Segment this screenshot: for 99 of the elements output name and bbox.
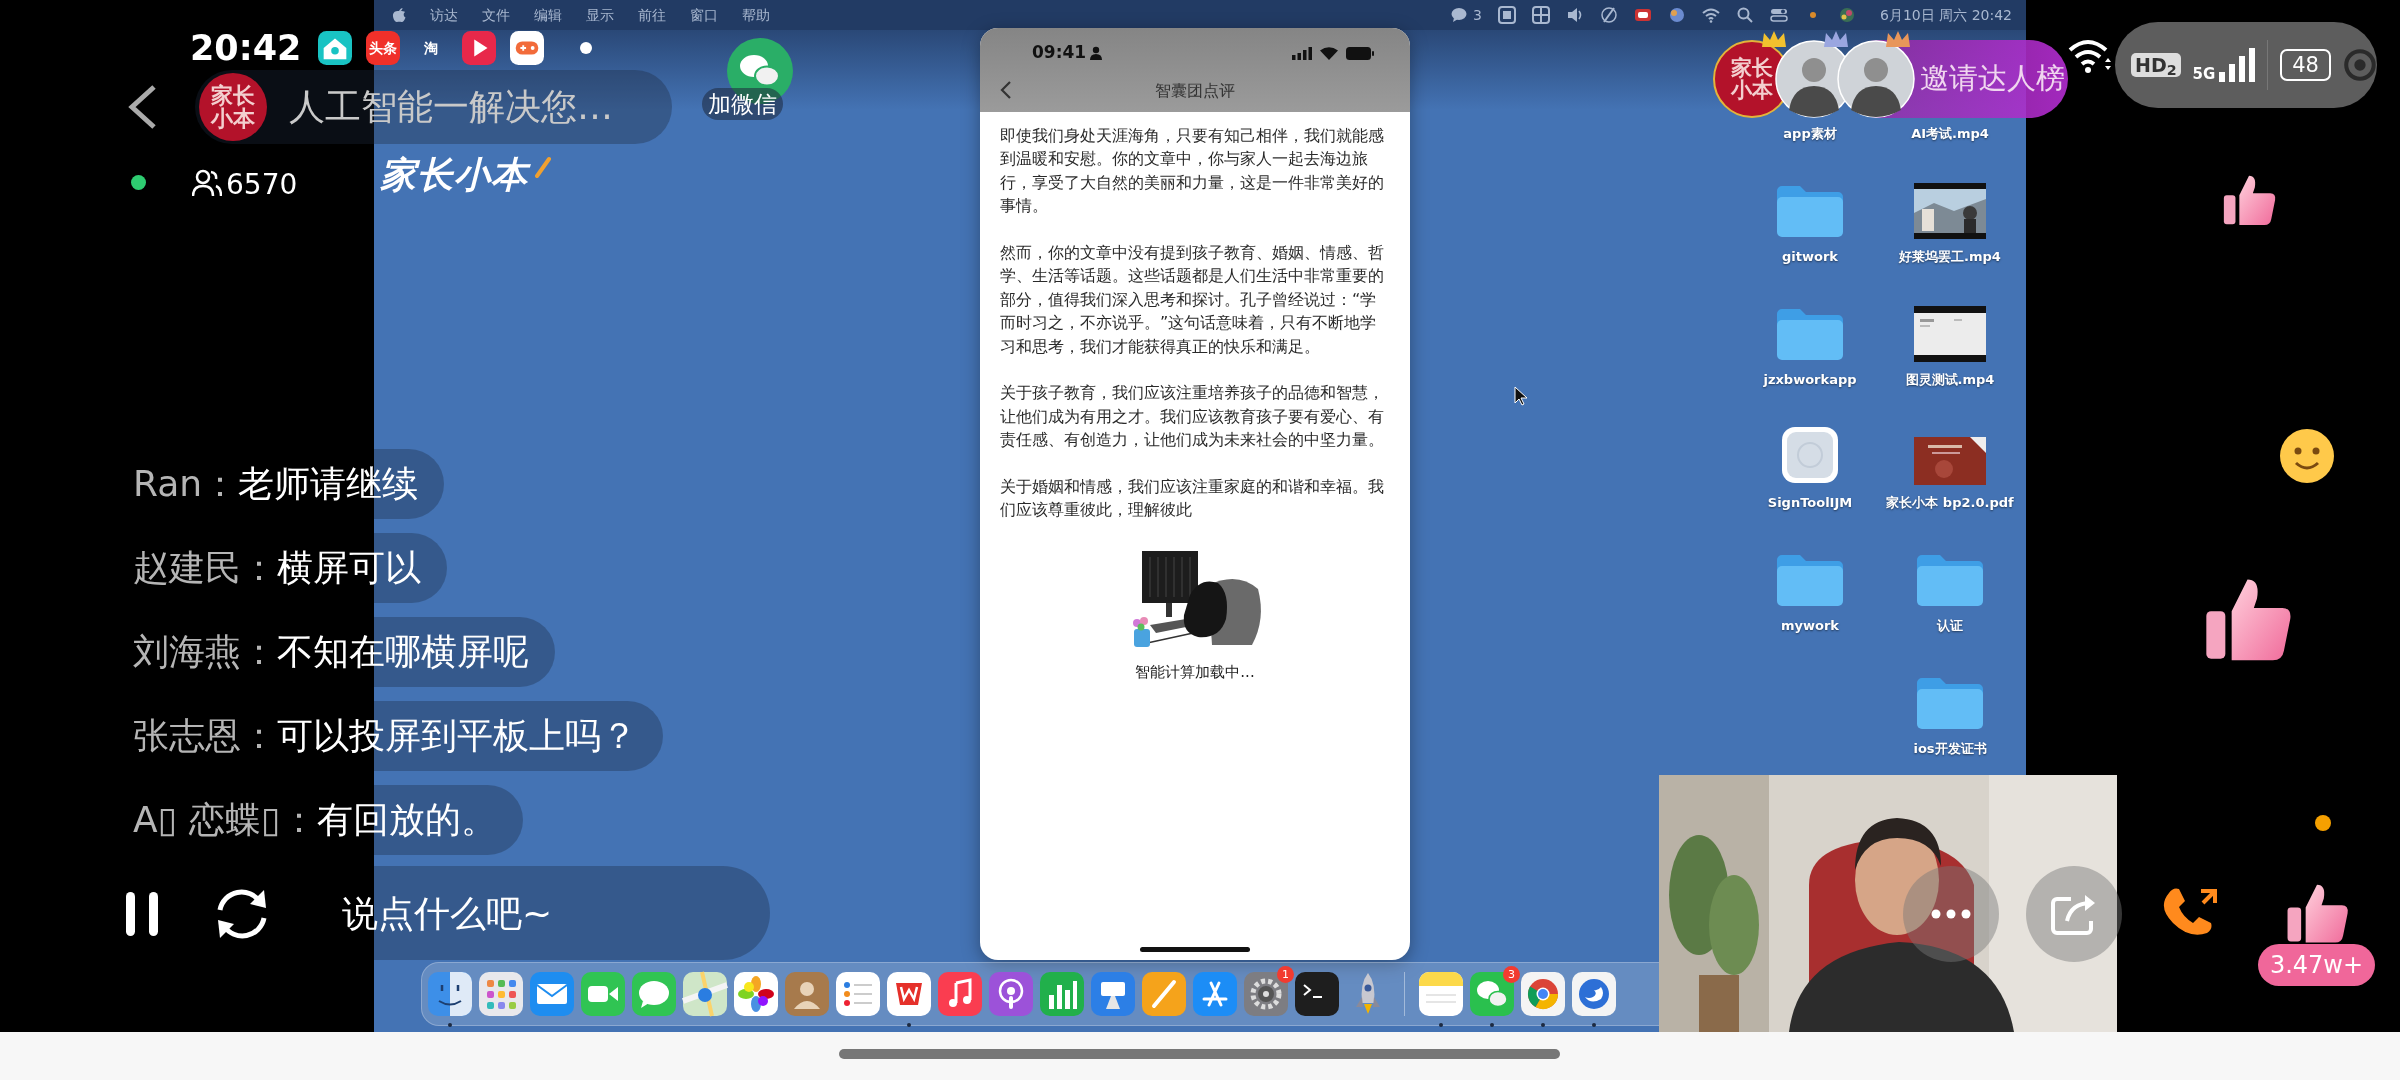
paragraph: 然而，你的文章中没有提到孩子教育、婚姻、情感、哲学、生活等话题。这些话题都是人们生活中非常重要的部分，值得我们深入思考和探讨。孔子曾经说过：“学而时习之，不亦说乎。”这句话意味着，只有不断地学习和思考，我们才能获得真正的快乐和满足。 xyxy=(1000,242,1385,358)
toggle-icon[interactable] xyxy=(1634,6,1653,24)
chat-bubbles-icon[interactable] xyxy=(1469,971,1515,1017)
menu-item[interactable]: 窗口 xyxy=(690,4,718,26)
pencil-icon[interactable] xyxy=(1141,971,1187,1017)
house-icon xyxy=(318,31,352,65)
people-icon xyxy=(192,168,222,198)
pencil-icon xyxy=(534,156,552,178)
menu-item[interactable]: 显示 xyxy=(586,4,614,26)
file-label[interactable]: app素材 xyxy=(1783,124,1837,144)
status-time: 09:41 xyxy=(1032,41,1087,65)
status-time: 20:42 xyxy=(190,31,302,66)
signal-icon xyxy=(1292,46,1312,60)
slash-icon[interactable] xyxy=(1600,6,1619,24)
user-name: 张志恩： xyxy=(133,714,277,758)
play-icon xyxy=(462,31,496,65)
page-title: 智囊团点评 xyxy=(1155,80,1235,102)
menu-item[interactable]: 前往 xyxy=(638,4,666,26)
paragraph: 即使我们身处天涯海角，只要有知己相伴，我们就能感到温暖和安慰。你的文章中，你与家人一起去海边旅行，享受了大自然的美丽和力量，这是一件非常美好的事情。 xyxy=(1000,125,1385,218)
notification-badge: 3 xyxy=(1503,966,1520,983)
podcast-icon[interactable] xyxy=(988,971,1034,1017)
file-label[interactable]: gitwork xyxy=(1782,247,1838,267)
notepad-icon[interactable] xyxy=(1418,971,1464,1017)
user-name: Ran： xyxy=(133,462,239,506)
paragraph: 关于婚姻和情感，我们应该注重家庭的和谐和幸福。我们应该尊重彼此，理解彼此 xyxy=(1000,476,1385,522)
person-icon[interactable] xyxy=(784,971,830,1017)
wifi-icon xyxy=(1320,46,1338,60)
flower-icon[interactable] xyxy=(733,971,779,1017)
wifi-icon[interactable] xyxy=(1702,6,1721,24)
paragraph: 关于孩子教育，我们应该注重培养孩子的品德和智慧，让他们成为有用之才。我们应该教育孩子要有爱心、有责任感、有创造力，让他们成为未来社会的中坚力量。 xyxy=(1000,382,1385,452)
file-label[interactable]: SignToolIJM xyxy=(1767,493,1853,513)
user-name: 赵建民： xyxy=(133,546,277,590)
podium-icon[interactable] xyxy=(1090,971,1136,1017)
app-icon: 淘 xyxy=(414,31,448,65)
video-camera-icon[interactable] xyxy=(580,971,626,1017)
app-store-icon[interactable] xyxy=(1192,971,1238,1017)
document-icon[interactable] xyxy=(886,971,932,1017)
file-label[interactable]: AI考试.mp4 xyxy=(1911,124,1989,144)
switches-icon[interactable] xyxy=(1770,6,1789,24)
signal-icon xyxy=(2219,48,2256,82)
square-icon[interactable] xyxy=(1498,6,1517,24)
apple-icon[interactable] xyxy=(392,7,406,23)
menu-item[interactable]: 编辑 xyxy=(534,4,562,26)
app-icon[interactable] xyxy=(1780,425,1840,485)
speech-bubble-icon[interactable] xyxy=(631,971,677,1017)
app-icon: 头条 xyxy=(366,31,400,65)
smiley-icon xyxy=(2278,427,2336,485)
chat-message: 老师请继续 xyxy=(238,462,419,506)
menu-clock: 6月10日 周六 20:42 xyxy=(1880,5,2012,25)
search-icon[interactable] xyxy=(1736,6,1755,24)
grid-icon[interactable] xyxy=(478,971,524,1017)
menu-item[interactable]: 文件 xyxy=(482,4,510,26)
file-label[interactable]: 好莱坞罢工.mp4 xyxy=(1899,247,2001,267)
gear-icon[interactable] xyxy=(1243,971,1289,1017)
message-count: 3 xyxy=(1473,5,1483,25)
grid-icon[interactable] xyxy=(1532,6,1551,24)
cursor-icon xyxy=(1514,386,1528,406)
bar-chart-icon[interactable] xyxy=(1039,971,1085,1017)
checklist-icon[interactable] xyxy=(835,971,881,1017)
user-name: 刘海燕： xyxy=(133,630,277,674)
battery-icon xyxy=(1346,46,1374,60)
file-label[interactable]: 家长小本 bp2.0.pdf xyxy=(1886,493,2014,513)
map-icon[interactable] xyxy=(682,971,728,1017)
dot-icon xyxy=(2315,815,2331,831)
file-label[interactable]: 认证 xyxy=(1937,616,1963,636)
chat-message: 有回放的。 xyxy=(316,798,497,842)
menu-item[interactable]: 帮助 xyxy=(742,4,770,26)
network-label: 5G xyxy=(2192,67,2216,82)
viewer-count: 6570 xyxy=(226,167,298,203)
person-icon xyxy=(1090,46,1103,60)
file-label[interactable]: mywork xyxy=(1781,616,1839,636)
loading-text: 智能计算加载中... xyxy=(1135,662,1255,684)
gamepad-icon xyxy=(510,31,544,65)
user-name: A▯ 恋蝶▯： xyxy=(133,798,317,842)
back-icon[interactable] xyxy=(126,83,158,131)
wifi-icon xyxy=(2068,38,2114,74)
terminal-icon[interactable] xyxy=(1294,971,1340,1017)
like-count: 3.47w+ xyxy=(2258,944,2375,986)
hd-badge: HD$_{2}$ xyxy=(2131,52,2181,78)
ball-icon[interactable] xyxy=(1838,6,1857,24)
ball-icon[interactable] xyxy=(1668,6,1687,24)
face-icon[interactable] xyxy=(427,971,473,1017)
music-note-icon[interactable] xyxy=(937,971,983,1017)
file-label[interactable]: ios开发证书 xyxy=(1913,739,1987,759)
battery-indicator: 48 xyxy=(2280,49,2332,81)
menu-item[interactable]: 访达 xyxy=(430,4,458,26)
envelope-icon[interactable] xyxy=(529,971,575,1017)
bird-icon[interactable] xyxy=(1571,971,1617,1017)
back-icon[interactable] xyxy=(1000,80,1012,100)
chat-message: 横屏可以 xyxy=(277,546,421,590)
dot-icon xyxy=(580,42,592,54)
wechat-label[interactable]: 加微信 xyxy=(702,88,783,120)
avatar[interactable] xyxy=(1837,40,1915,118)
file-label[interactable]: jzxbworkapp xyxy=(1763,370,1857,390)
chat-message: 不知在哪横屏呢 xyxy=(277,630,529,674)
notification-badge: 1 xyxy=(1277,966,1294,983)
more-icon xyxy=(1931,909,1971,919)
file-label[interactable]: 图灵测试.mp4 xyxy=(1905,370,1995,390)
chat-message: 可以投屏到平板上吗？ xyxy=(277,714,637,758)
